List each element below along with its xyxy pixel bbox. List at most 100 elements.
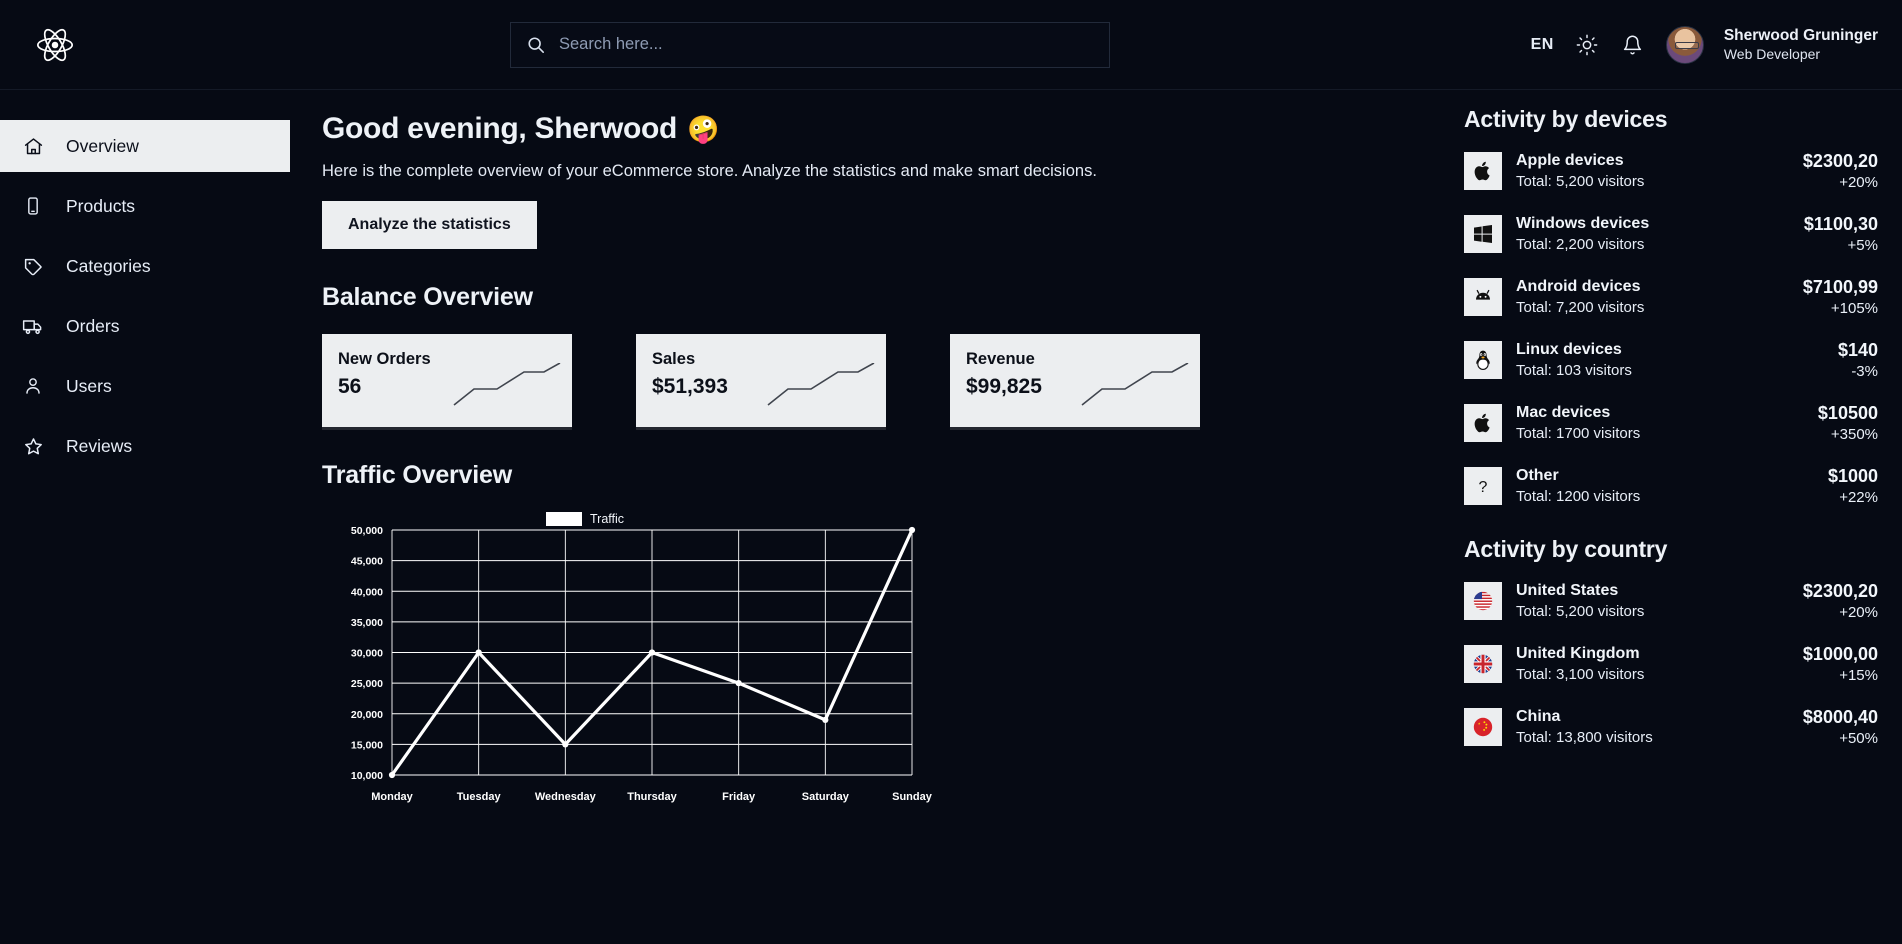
country-row-name: China	[1516, 707, 1561, 725]
country-row-amount: $8000,40	[1802, 706, 1878, 727]
main-content: Good evening, Sherwood 🤪 Here is the com…	[290, 90, 1440, 944]
analyze-statistics-button[interactable]: Analyze the statistics	[322, 201, 537, 249]
devices-list: Apple devices Total: 5,200 visitors $230…	[1464, 147, 1878, 510]
country-row[interactable]: United States Total: 5,200 visitors $230…	[1464, 577, 1878, 625]
country-row-visitors: Total: 5,200 visitors	[1516, 602, 1645, 620]
apple-icon	[1474, 413, 1490, 433]
sidebar: Overview Products Categories Orders User…	[0, 90, 290, 944]
device-row-delta: +20%	[1839, 173, 1878, 191]
sidebar-item-users[interactable]: Users	[0, 360, 290, 412]
device-row-icon	[1464, 152, 1502, 190]
language-selector[interactable]: EN	[1531, 36, 1554, 54]
greeting-text: Good evening, Sherwood	[322, 112, 678, 145]
device-row-amount: $1100,30	[1803, 213, 1878, 234]
device-row-delta: -3%	[1851, 362, 1878, 380]
device-row[interactable]: ? Other Total: 1200 visitors $1000 +22%	[1464, 462, 1878, 510]
country-panel-title: Activity by country	[1464, 536, 1668, 562]
sparkline-icon	[453, 363, 561, 406]
device-row-visitors: Total: 1200 visitors	[1516, 487, 1641, 505]
search-input[interactable]: Search here...	[510, 21, 1110, 68]
question-icon: ?	[1479, 479, 1488, 496]
svg-text:15,000: 15,000	[351, 739, 383, 751]
sidebar-item-products[interactable]: Products	[0, 180, 290, 232]
svg-text:Monday: Monday	[371, 791, 413, 803]
sparkline-icon	[767, 363, 875, 406]
page-title: Good evening, Sherwood 🤪	[322, 112, 1440, 146]
flag-us-icon	[1473, 591, 1493, 611]
svg-text:Wednesday: Wednesday	[535, 791, 597, 803]
tag-icon	[22, 255, 44, 277]
country-row[interactable]: United Kingdom Total: 3,100 visitors $10…	[1464, 640, 1878, 688]
svg-text:?: ?	[1479, 479, 1488, 496]
stat-card-sales[interactable]: Sales $51,393	[636, 334, 886, 427]
legend-swatch	[546, 512, 582, 526]
device-row[interactable]: Linux devices Total: 103 visitors $140 -…	[1464, 336, 1878, 384]
svg-text:Thursday: Thursday	[627, 791, 677, 803]
bell-icon[interactable]	[1620, 32, 1646, 58]
country-row-amount: $1000,00	[1802, 643, 1878, 664]
logo[interactable]	[0, 27, 110, 63]
device-row[interactable]: Apple devices Total: 5,200 visitors $230…	[1464, 147, 1878, 195]
sidebar-item-categories[interactable]: Categories	[0, 240, 290, 292]
svg-text:Saturday: Saturday	[802, 791, 850, 803]
traffic-overview-title: Traffic Overview	[322, 461, 512, 489]
country-row-name: United States	[1516, 581, 1619, 599]
avatar[interactable]	[1665, 26, 1704, 64]
device-row-delta: +22%	[1839, 488, 1878, 506]
country-row-info: China Total: 13,800 visitors	[1516, 707, 1789, 747]
sidebar-item-label: Orders	[66, 315, 120, 336]
device-row-visitors: Total: 5,200 visitors	[1516, 172, 1645, 190]
sidebar-item-label: Overview	[66, 135, 139, 156]
country-row[interactable]: China Total: 13,800 visitors $8000,40 +5…	[1464, 703, 1878, 751]
svg-text:20,000: 20,000	[351, 709, 383, 721]
windows-icon	[1474, 225, 1492, 243]
device-row-amount: $10500	[1817, 402, 1878, 423]
country-row-visitors: Total: 3,100 visitors	[1516, 665, 1645, 683]
device-row[interactable]: Windows devices Total: 2,200 visitors $1…	[1464, 210, 1878, 258]
balance-cards: New Orders 56 Sales $51,393 Revenue $99,…	[322, 334, 1440, 427]
truck-icon	[22, 315, 44, 337]
sun-icon[interactable]	[1574, 32, 1600, 58]
sidebar-item-reviews[interactable]: Reviews	[0, 420, 290, 472]
svg-text:40,000: 40,000	[351, 586, 383, 598]
device-row-name: Other	[1516, 466, 1559, 484]
sidebar-item-label: Categories	[66, 255, 151, 276]
device-row-delta: +105%	[1830, 299, 1878, 317]
device-row-metrics: $7100,99 +105%	[1803, 276, 1878, 319]
device-row-metrics: $140 -3%	[1838, 339, 1878, 382]
device-row-name: Linux devices	[1516, 340, 1622, 358]
traffic-chart[interactable]: Traffic 10,000 15,000 20,000 25,000 30,000 35…	[322, 512, 1222, 814]
search-container: Search here...	[510, 21, 1110, 68]
device-row-amount: $2300,20	[1802, 150, 1878, 171]
stat-card-revenue[interactable]: Revenue $99,825	[950, 334, 1200, 427]
android-icon	[1476, 288, 1490, 300]
user-info[interactable]: Sherwood Gruninger Web Developer	[1724, 26, 1878, 64]
header-actions: EN Sherwood Gruninger Web Developer	[1531, 0, 1878, 90]
user-icon	[22, 375, 44, 397]
device-row-delta: +350%	[1830, 425, 1878, 443]
dashboard-root: Search here... EN Sherwood Gruninger Web…	[0, 0, 1902, 944]
device-row-metrics: $10500 +350%	[1818, 402, 1878, 445]
device-row[interactable]: Mac devices Total: 1700 visitors $10500 …	[1464, 399, 1878, 447]
device-row[interactable]: Android devices Total: 7,200 visitors $7…	[1464, 273, 1878, 321]
country-row-metrics: $2300,20 +20%	[1803, 580, 1878, 623]
device-row-name: Apple devices	[1516, 151, 1624, 169]
sidebar-item-orders[interactable]: Orders	[0, 300, 290, 352]
device-row-info: Windows devices Total: 2,200 visitors	[1516, 214, 1790, 254]
sidebar-item-overview[interactable]: Overview	[0, 120, 290, 172]
country-row-icon	[1464, 582, 1502, 620]
apple-icon	[1474, 161, 1490, 181]
phone-icon	[22, 195, 44, 217]
linux-icon	[1476, 350, 1490, 370]
chart-legend: Traffic	[546, 512, 624, 526]
device-row-delta: +5%	[1847, 236, 1878, 254]
country-row-visitors: Total: 13,800 visitors	[1516, 728, 1653, 746]
star-icon	[22, 435, 44, 457]
country-row-delta: +15%	[1839, 666, 1878, 684]
balance-overview-title: Balance Overview	[322, 283, 533, 311]
device-row-metrics: $2300,20 +20%	[1803, 150, 1878, 193]
device-row-visitors: Total: 2,200 visitors	[1516, 235, 1645, 253]
stat-card-new-orders[interactable]: New Orders 56	[322, 334, 572, 427]
svg-text:45,000: 45,000	[351, 556, 383, 568]
svg-text:35,000: 35,000	[351, 617, 383, 629]
